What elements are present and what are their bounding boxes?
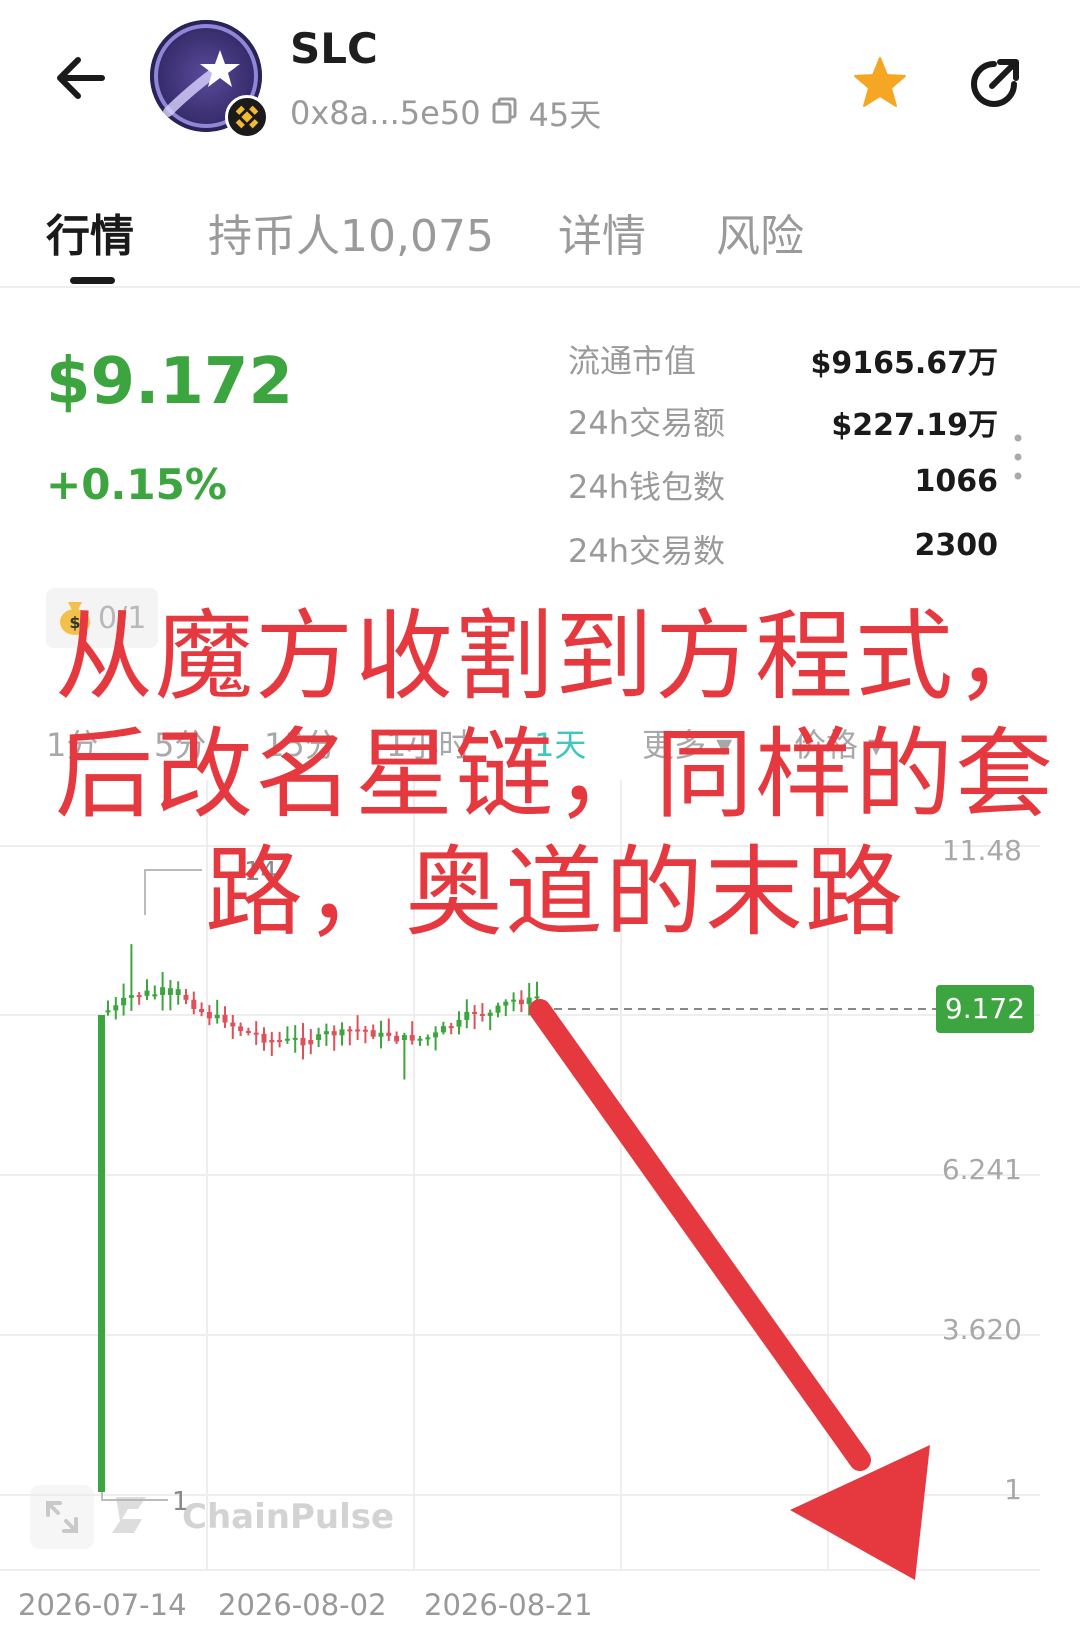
arrow-left-icon: [57, 57, 105, 99]
candle-body: [183, 995, 189, 1000]
candle-body: [277, 1040, 283, 1042]
x-tick-label: 2026-08-21: [424, 1588, 593, 1622]
candle-body: [206, 1012, 212, 1019]
stat-label: 24h交易数: [568, 532, 726, 570]
tab-bar: 行情 持币人10,075 详情 风险: [0, 190, 1080, 288]
candle-body: [261, 1033, 267, 1043]
stat-label: 流通市值: [568, 342, 697, 380]
stat-label: 24h钱包数: [568, 468, 726, 506]
tab-risk[interactable]: 风险: [716, 200, 804, 264]
stat-value: $9165.67万: [810, 346, 998, 381]
candle-body: [175, 989, 181, 995]
candle-body: [394, 1035, 400, 1042]
candle-body: [355, 1029, 361, 1032]
candle-body: [472, 1011, 478, 1015]
candle-body: [417, 1038, 423, 1041]
candle-body: [199, 1009, 205, 1013]
watermark-text: ChainPulse: [182, 1497, 395, 1537]
x-tick-label: 2026-08-02: [218, 1588, 387, 1622]
candle-body: [409, 1035, 415, 1041]
candle-body: [191, 999, 197, 1010]
candle-body: [167, 988, 173, 995]
candle-body: [378, 1032, 384, 1037]
stat-value: 2300: [914, 528, 999, 563]
token-info-row: 0x8a...5e50 45天: [290, 90, 601, 136]
candle-body: [245, 1030, 251, 1033]
candle-body: [487, 1012, 493, 1016]
candle-body: [300, 1037, 306, 1046]
candle-body: [425, 1037, 431, 1040]
copy-icon[interactable]: [491, 94, 519, 132]
candle-body: [214, 1014, 220, 1019]
more-options-icon[interactable]: [1012, 432, 1024, 482]
candle-body: [144, 990, 150, 996]
candle-body: [113, 1005, 119, 1011]
star-icon: [854, 57, 906, 107]
candle-body: [401, 1035, 407, 1040]
candle-body: [128, 995, 134, 998]
stat-value: $227.19万: [831, 408, 998, 443]
y-tick-label: 1: [1004, 1473, 1022, 1506]
candle-body: [269, 1040, 275, 1043]
candle-body: [308, 1040, 314, 1045]
candle-body: [362, 1029, 368, 1032]
fullscreen-icon[interactable]: [30, 1485, 94, 1549]
candle-body: [253, 1032, 259, 1035]
candle-body: [152, 994, 158, 997]
bnb-chain-icon: [225, 95, 269, 139]
contract-address: 0x8a...5e50: [290, 94, 481, 132]
candle-body: [121, 997, 127, 1006]
share-button[interactable]: [968, 54, 1024, 110]
candle-body: [316, 1034, 322, 1040]
x-tick-label: 2026-07-14: [18, 1588, 187, 1622]
candle-body: [456, 1019, 462, 1027]
stat-value: 1066: [914, 464, 999, 499]
red-arrow-annotation: [529, 999, 930, 1580]
candle-body: [323, 1031, 329, 1035]
candle-body: [386, 1032, 392, 1036]
candle-body: [284, 1038, 290, 1041]
current-price: $9.172: [46, 345, 293, 419]
stat-label: 24h交易额: [568, 404, 726, 442]
active-tab-indicator: [70, 277, 115, 284]
candle-body: [238, 1026, 244, 1031]
candle-body: [479, 1014, 485, 1017]
candle-body: [339, 1029, 345, 1036]
back-button[interactable]: [52, 48, 112, 108]
candle-body: [230, 1022, 236, 1027]
candle-body: [370, 1030, 376, 1037]
price-change: +0.15%: [46, 460, 227, 509]
candle-body: [448, 1026, 454, 1029]
watermark: ChainPulse: [30, 1476, 410, 1558]
candle-body: [160, 987, 166, 995]
chainpulse-logo-icon: [108, 1485, 168, 1549]
share-icon: [971, 59, 1019, 107]
candle-body: [105, 1010, 111, 1013]
candle-body: [292, 1037, 298, 1040]
overlay-caption: 从魔方收割到方程式，后改名星链，同样的套路，奥道的末路: [54, 600, 1055, 950]
candle-body: [347, 1029, 353, 1032]
tab-market[interactable]: 行情: [46, 200, 134, 264]
candle-body: [433, 1032, 439, 1038]
candle-first: [98, 1015, 105, 1492]
candle-body: [440, 1026, 446, 1033]
candle-body: [222, 1014, 228, 1023]
tab-holders[interactable]: 持币人10,075: [208, 200, 494, 264]
candle-body: [136, 995, 142, 998]
candle-body: [331, 1031, 337, 1036]
tab-details[interactable]: 详情: [558, 200, 646, 264]
candle-body: [464, 1011, 470, 1020]
candles-group: [105, 944, 540, 1080]
favorite-button[interactable]: [850, 52, 910, 112]
token-age: 45天: [528, 96, 602, 134]
token-name: SLC: [290, 24, 378, 73]
